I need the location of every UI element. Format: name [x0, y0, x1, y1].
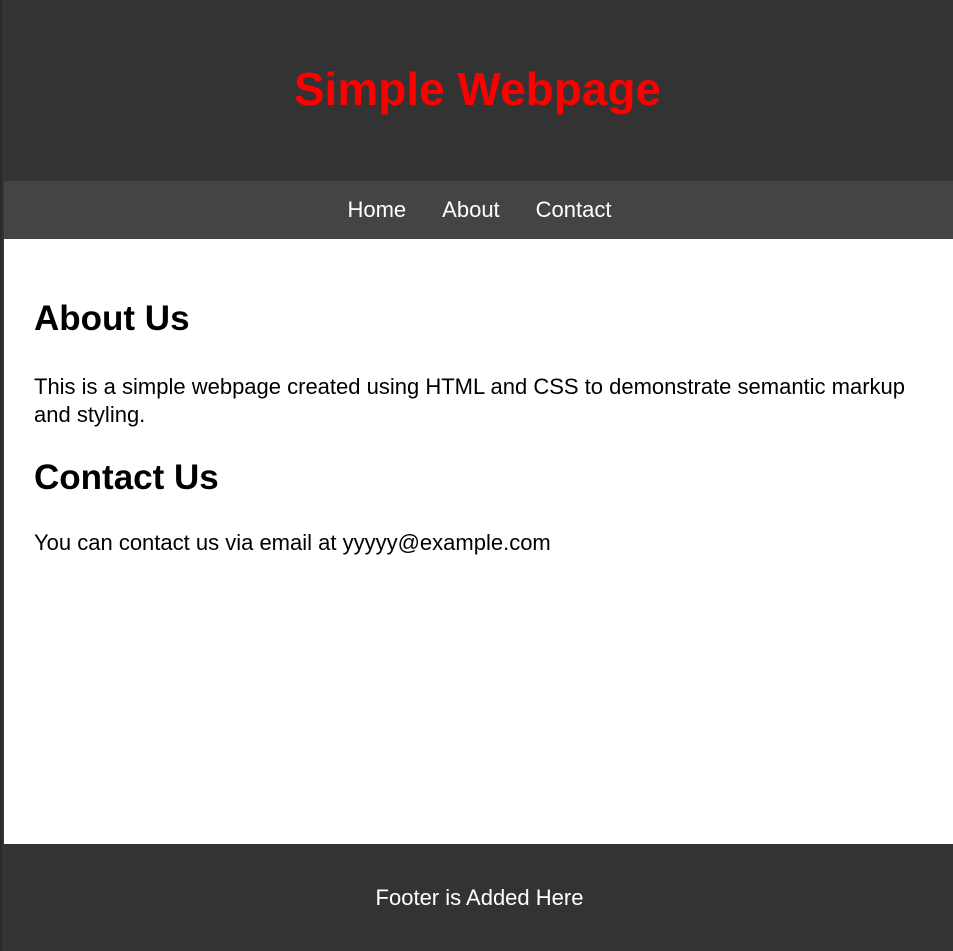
site-title: Simple Webpage: [293, 62, 662, 115]
site-footer: Footer is Added Here: [4, 844, 953, 951]
nav-link-about[interactable]: About: [442, 199, 500, 221]
nav-link-home[interactable]: Home: [347, 199, 406, 221]
site-header: Simple Webpage: [4, 0, 953, 181]
nav-link-contact[interactable]: Contact: [536, 199, 612, 221]
about-heading: About Us: [34, 299, 190, 338]
footer-text: Footer is Added Here: [375, 884, 584, 910]
about-text: This is a simple webpage created using H…: [34, 374, 906, 427]
webpage-frame: Simple Webpage Home About Contact About …: [0, 0, 953, 951]
main-content: About Us This is a simple webpage create…: [4, 239, 953, 844]
contact-heading: Contact Us: [34, 458, 219, 497]
main-navigation: Home About Contact: [4, 181, 953, 239]
contact-text: You can contact us via email at yyyyy@ex…: [34, 530, 551, 555]
